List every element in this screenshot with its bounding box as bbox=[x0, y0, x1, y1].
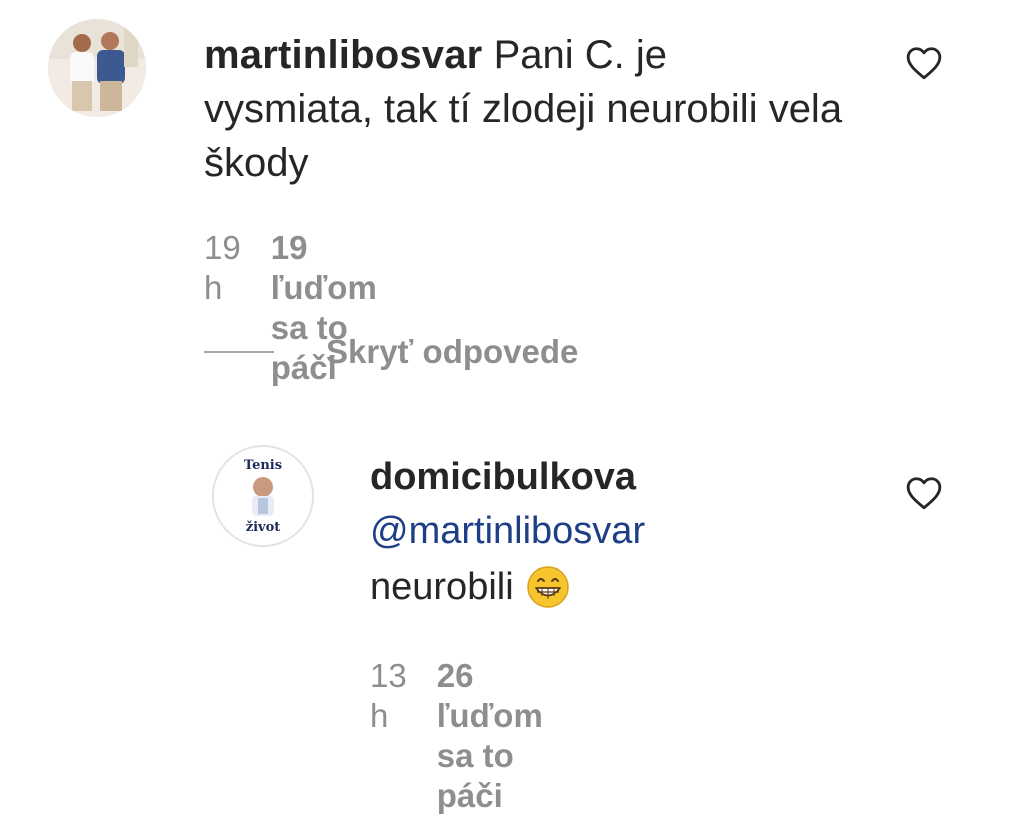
reply-username[interactable]: domicibulkova bbox=[370, 452, 636, 502]
heart-outline-icon[interactable] bbox=[905, 45, 943, 81]
hide-replies-toggle[interactable]: Skryť odpovede bbox=[204, 332, 578, 372]
avatar[interactable]: Tenis život bbox=[214, 447, 312, 545]
hide-replies-label: Skryť odpovede bbox=[326, 333, 579, 370]
heart-outline-icon[interactable] bbox=[905, 475, 943, 511]
avatar-photo bbox=[48, 19, 146, 117]
avatar[interactable] bbox=[48, 19, 146, 117]
reply-likes[interactable]: 26 ľuďom sa to páči bbox=[437, 656, 543, 816]
replies-divider bbox=[204, 351, 274, 353]
reply-mention[interactable]: @martinlibosvar bbox=[370, 506, 645, 556]
grinning-face-emoji bbox=[526, 566, 569, 608]
avatar-logo: Tenis život bbox=[214, 447, 312, 545]
reply-text: neurobili bbox=[370, 566, 514, 608]
svg-text:Tenis: Tenis bbox=[244, 458, 282, 473]
reply-time[interactable]: 13 h bbox=[370, 656, 407, 816]
reply-meta: 13 h 26 ľuďom sa to páči bbox=[370, 656, 543, 816]
comment-username[interactable]: martinlibosvar bbox=[204, 33, 482, 77]
svg-text:život: život bbox=[246, 520, 281, 535]
